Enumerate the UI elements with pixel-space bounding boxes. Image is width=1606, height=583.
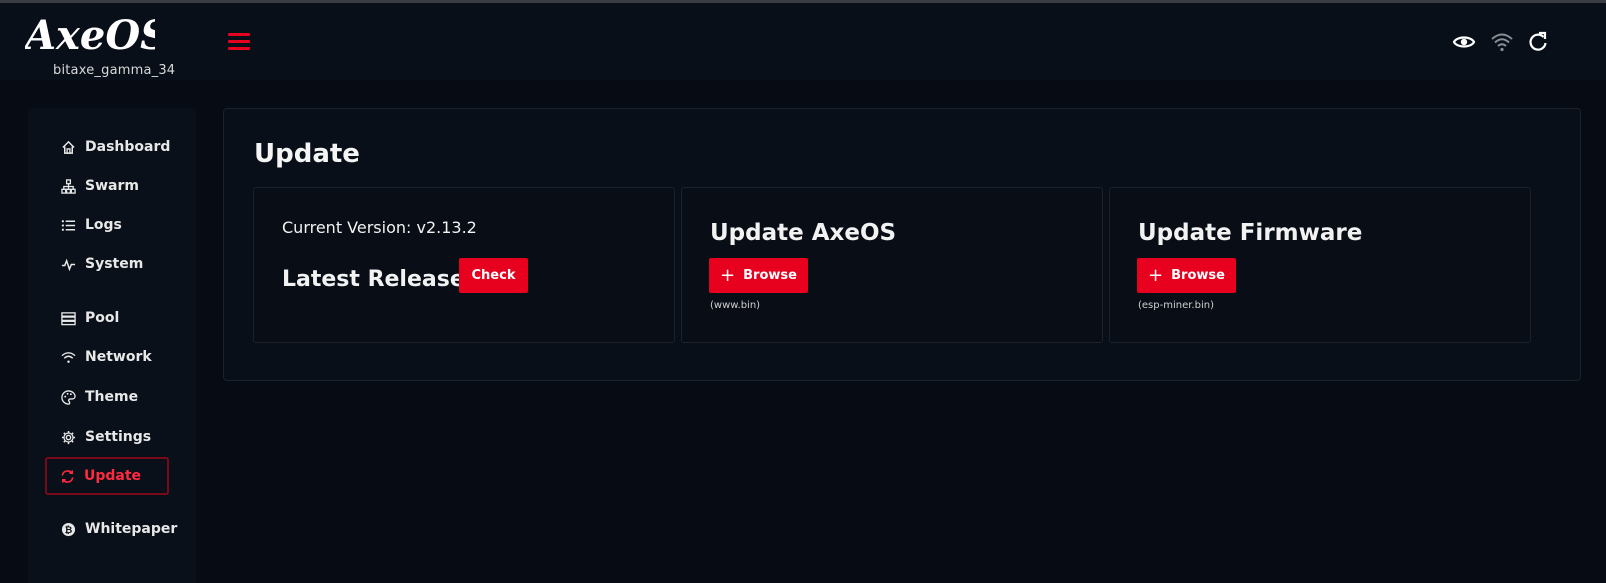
palette-icon (61, 389, 76, 405)
browse-label: Browse (743, 268, 797, 283)
sidebar-item-network[interactable]: Network (46, 338, 174, 376)
sitemap-icon (61, 178, 76, 194)
sidebar-item-dashboard[interactable]: Dashboard (46, 128, 174, 166)
server-icon (61, 311, 76, 325)
browse-firmware-button[interactable]: + Browse (1137, 258, 1236, 293)
sync-icon (61, 469, 74, 483)
sidebar-item-swarm[interactable]: Swarm (46, 167, 174, 205)
sidebar-item-label: System (85, 256, 144, 272)
panel-title: Update Firmware (1138, 220, 1363, 246)
browse-axeos-button[interactable]: + Browse (709, 258, 808, 293)
sidebar: Dashboard Swarm Logs System Pool Network… (28, 108, 196, 583)
sidebar-item-settings[interactable]: Settings (46, 418, 174, 456)
refresh-icon[interactable] (1526, 30, 1550, 54)
file-hint: (esp-miner.bin) (1138, 300, 1214, 311)
sidebar-item-label: Dashboard (85, 139, 171, 155)
sidebar-item-label: Whitepaper (85, 521, 178, 537)
list-icon (61, 219, 76, 231)
update-firmware-panel: Update Firmware + Browse (esp-miner.bin) (1109, 187, 1531, 343)
sidebar-item-theme[interactable]: Theme (46, 378, 174, 416)
logo[interactable]: AxeOS bitaxe_gamma_34 (25, 13, 200, 79)
sidebar-item-logs[interactable]: Logs (46, 206, 174, 244)
check-button[interactable]: Check (459, 258, 528, 293)
axeos-logo-icon: AxeOS (25, 13, 155, 59)
wifi-icon[interactable] (1490, 30, 1514, 54)
hamburger-line (228, 33, 250, 36)
panel-title: Update AxeOS (710, 220, 897, 246)
device-name: bitaxe_gamma_34 (53, 63, 176, 78)
latest-release-label: Latest Release: (282, 267, 474, 292)
update-axeos-panel: Update AxeOS + Browse (www.bin) (681, 187, 1103, 343)
sidebar-item-label: Swarm (85, 178, 139, 194)
browse-label: Browse (1171, 268, 1225, 283)
bitcoin-icon: ₿ (61, 522, 76, 536)
wifi-icon (61, 351, 76, 363)
page-title: Update (254, 139, 360, 169)
update-card: Update Current Version: v2.13.2 Latest R… (223, 108, 1581, 381)
sidebar-item-label: Pool (85, 310, 120, 326)
pulse-icon (61, 258, 76, 271)
gear-icon (61, 430, 76, 444)
sidebar-item-label: Update (84, 468, 142, 484)
sidebar-item-label: Logs (85, 217, 122, 233)
file-hint: (www.bin) (710, 300, 761, 311)
sidebar-item-label: Theme (85, 389, 139, 405)
version-panel: Current Version: v2.13.2 Latest Release:… (253, 187, 675, 343)
sidebar-item-whitepaper[interactable]: ₿ Whitepaper (46, 510, 178, 548)
eye-icon[interactable] (1452, 30, 1476, 54)
sidebar-item-label: Settings (85, 429, 152, 445)
current-version: Current Version: v2.13.2 (282, 218, 477, 237)
sidebar-item-system[interactable]: System (46, 245, 174, 283)
sidebar-item-pool[interactable]: Pool (46, 299, 174, 337)
plus-icon: + (720, 264, 736, 286)
plus-icon: + (1148, 264, 1164, 286)
home-icon (62, 140, 75, 154)
hamburger-line (228, 40, 250, 43)
menu-toggle-button[interactable] (228, 33, 252, 53)
logo-text: AxeOS (25, 13, 155, 59)
hamburger-line (228, 47, 250, 50)
sidebar-item-label: Network (85, 349, 152, 365)
sidebar-item-update[interactable]: Update (45, 457, 169, 495)
top-bar: AxeOS bitaxe_gamma_34 (0, 3, 1606, 80)
svg-text:₿: ₿ (65, 524, 73, 535)
